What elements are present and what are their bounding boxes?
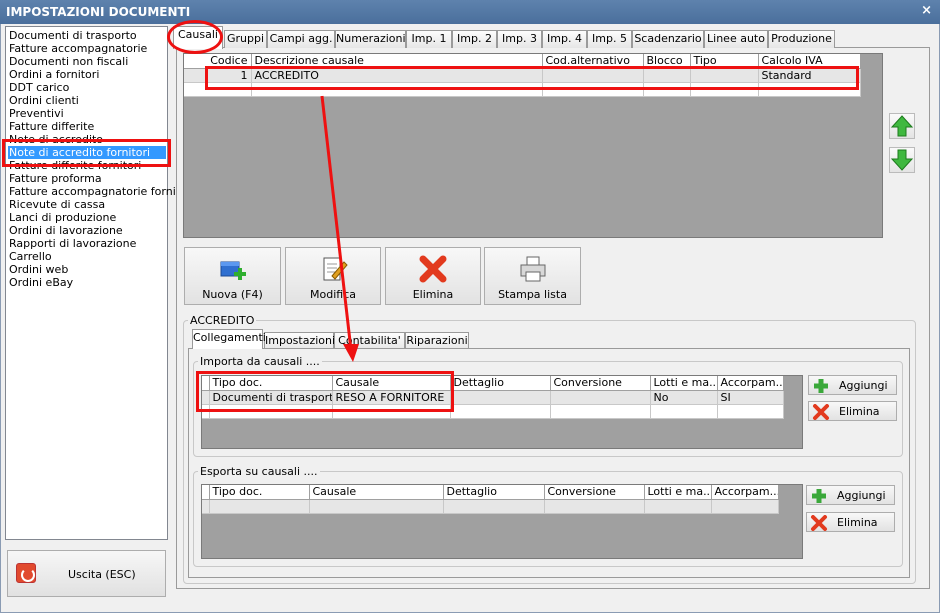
- power-icon: [16, 563, 36, 583]
- tab-imp-3[interactable]: Imp. 3: [497, 30, 542, 48]
- new-window-icon: [220, 261, 246, 280]
- list-item[interactable]: Ordini web: [9, 263, 68, 276]
- annotation-highlight-causale-row: [205, 66, 859, 90]
- list-item[interactable]: Fatture accompagnatorie: [9, 42, 147, 55]
- esporta-title: Esporta su causali ....: [198, 465, 320, 478]
- edit-button[interactable]: Modifica: [285, 247, 381, 305]
- column-header[interactable]: Lotti e ma...: [650, 376, 718, 391]
- list-item[interactable]: Lanci di produzione: [9, 211, 116, 224]
- annotation-highlight-import-row: [196, 371, 454, 412]
- cell-accorpamento[interactable]: SI: [717, 390, 784, 405]
- tab-numerazioni[interactable]: Numerazioni: [335, 30, 406, 48]
- delete-x-icon: [419, 255, 447, 283]
- list-item[interactable]: Preventivi: [9, 107, 64, 120]
- tab-linee-auto[interactable]: Linee auto: [704, 30, 768, 48]
- importa-remove-label: Elimina: [839, 405, 880, 418]
- esporta-remove-label: Elimina: [837, 516, 878, 529]
- document-type-list[interactable]: Documenti di trasporto Fatture accompagn…: [5, 26, 187, 540]
- move-up-button[interactable]: [889, 113, 915, 139]
- list-item[interactable]: Fatture accompagnatorie fornito: [9, 185, 187, 198]
- tab-imp-4[interactable]: Imp. 4: [542, 30, 587, 48]
- new-button-label: Nuova (F4): [202, 288, 263, 301]
- importa-title: Importa da causali ....: [198, 355, 322, 368]
- column-header[interactable]: Causale: [309, 485, 444, 500]
- tab-campi-agg[interactable]: Campi agg.: [267, 30, 335, 48]
- esporta-add-label: Aggiungi: [837, 489, 886, 502]
- tab-gruppi[interactable]: Gruppi: [224, 30, 267, 48]
- list-item[interactable]: Documenti di trasporto: [9, 29, 137, 42]
- new-button[interactable]: Nuova (F4): [184, 247, 281, 305]
- list-item[interactable]: Fatture proforma: [9, 172, 102, 185]
- close-icon[interactable]: ×: [921, 3, 932, 18]
- delete-button[interactable]: Elimina: [385, 247, 481, 305]
- print-list-button-label: Stampa lista: [498, 288, 567, 301]
- subtab-collegamenti[interactable]: Collegamenti: [192, 329, 266, 349]
- column-header[interactable]: Conversione: [544, 485, 645, 500]
- list-item[interactable]: Ordini clienti: [9, 94, 79, 107]
- list-item[interactable]: Ricevute di cassa: [9, 198, 105, 211]
- column-header[interactable]: Dettaglio: [450, 376, 551, 391]
- list-item[interactable]: Ordini a fornitori: [9, 68, 99, 81]
- tab-scadenzario[interactable]: Scadenzario: [632, 30, 704, 48]
- window-title: IMPOSTAZIONI DOCUMENTI: [0, 0, 940, 24]
- tab-produzione[interactable]: Produzione: [768, 30, 835, 48]
- list-item[interactable]: Fatture differite: [9, 120, 94, 133]
- column-header[interactable]: Accorpam...: [711, 485, 779, 500]
- column-header[interactable]: Dettaglio: [443, 485, 545, 500]
- table-row-empty[interactable]: [202, 499, 779, 514]
- cell-dettaglio[interactable]: [450, 390, 551, 405]
- list-item[interactable]: Documenti non fiscali: [9, 55, 128, 68]
- exit-button[interactable]: Uscita (ESC): [7, 550, 166, 597]
- list-item[interactable]: Ordini di lavorazione: [9, 224, 123, 237]
- column-header[interactable]: Lotti e ma...: [644, 485, 712, 500]
- cell-lotti[interactable]: No: [650, 390, 718, 405]
- delete-button-label: Elimina: [412, 288, 454, 301]
- importa-remove-button[interactable]: Elimina: [808, 401, 897, 421]
- cell-conversione[interactable]: [550, 390, 651, 405]
- column-header[interactable]: Conversione: [550, 376, 651, 391]
- delete-x-icon: [811, 515, 827, 531]
- printer-icon: [520, 256, 545, 282]
- column-header[interactable]: Accorpam...: [717, 376, 784, 391]
- tab-imp-2[interactable]: Imp. 2: [452, 30, 497, 48]
- esporta-grid[interactable]: Tipo doc. Causale Dettaglio Conversione …: [201, 484, 803, 559]
- edit-button-label: Modifica: [310, 288, 356, 301]
- tab-imp-1[interactable]: Imp. 1: [406, 30, 452, 48]
- delete-x-icon: [813, 404, 829, 420]
- arrow-down-icon: [890, 149, 914, 171]
- importa-add-button[interactable]: Aggiungi: [808, 375, 897, 395]
- tab-imp-5[interactable]: Imp. 5: [587, 30, 632, 48]
- edit-document-icon: [323, 257, 348, 281]
- list-item[interactable]: DDT carico: [9, 81, 69, 94]
- move-down-button[interactable]: [889, 147, 915, 173]
- causale-detail-title: ACCREDITO: [188, 314, 257, 327]
- annotation-circle-causali-tab: [167, 20, 223, 54]
- plus-icon: [812, 489, 826, 503]
- list-item[interactable]: Rapporti di lavorazione: [9, 237, 136, 250]
- esporta-add-button[interactable]: Aggiungi: [806, 485, 895, 505]
- column-header[interactable]: Tipo doc.: [209, 485, 310, 500]
- list-item[interactable]: Carrello: [9, 250, 52, 263]
- annotation-highlight-doctype: [2, 139, 171, 167]
- plus-icon: [814, 379, 828, 393]
- exit-button-label: Uscita (ESC): [68, 568, 136, 581]
- arrow-up-icon: [890, 115, 914, 137]
- print-list-button[interactable]: Stampa lista: [484, 247, 581, 305]
- importa-add-label: Aggiungi: [839, 379, 888, 392]
- list-item[interactable]: Ordini eBay: [9, 276, 73, 289]
- esporta-remove-button[interactable]: Elimina: [806, 512, 895, 532]
